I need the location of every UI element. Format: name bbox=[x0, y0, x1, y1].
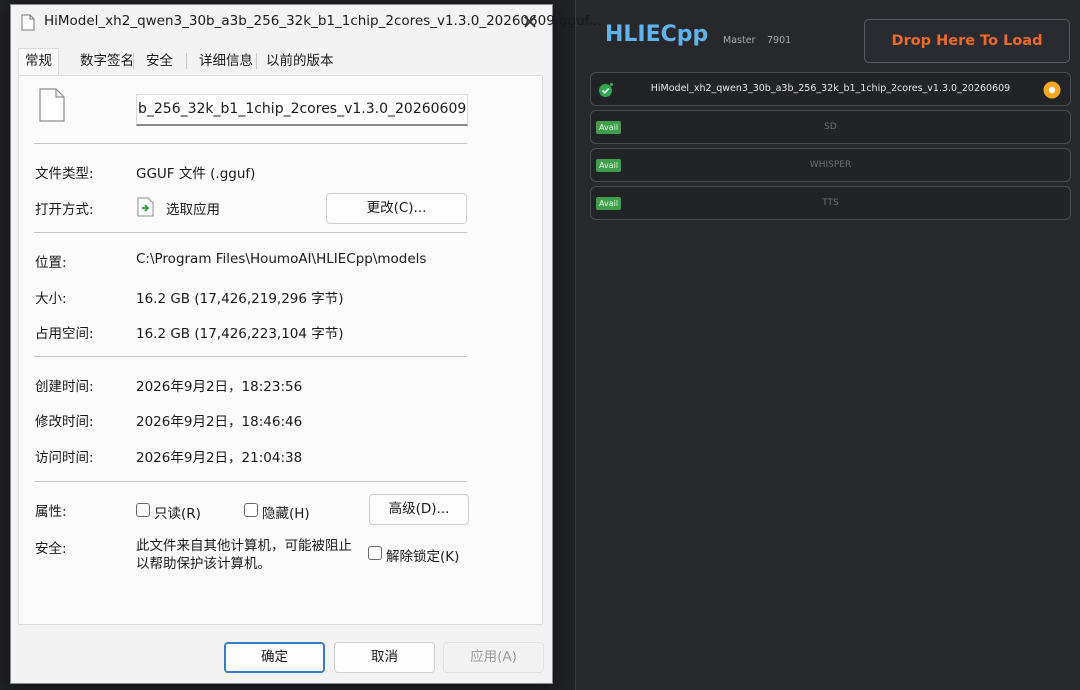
hidden-checkbox[interactable] bbox=[244, 503, 258, 517]
created-value: 2026年9月2日，18:23:56 bbox=[136, 379, 303, 395]
security-label: 安全: bbox=[35, 541, 67, 557]
change-button[interactable]: 更改(C)... bbox=[326, 193, 467, 224]
unblock-checkbox[interactable] bbox=[368, 546, 382, 560]
node-role: Master bbox=[723, 35, 756, 46]
divider bbox=[34, 356, 467, 357]
tab-digital-signatures[interactable]: 数字签名 bbox=[73, 48, 141, 74]
advanced-button[interactable]: 高级(D)... bbox=[369, 494, 469, 525]
size-on-disk-value: 16.2 GB (17,426,223,104 字节) bbox=[136, 326, 344, 342]
model-name: SD bbox=[824, 122, 837, 132]
file-icon bbox=[21, 14, 35, 31]
tab-divider bbox=[256, 53, 257, 69]
dialog-titlebar[interactable]: HiModel_xh2_qwen3_30b_a3b_256_32k_b1_1ch… bbox=[11, 5, 601, 39]
security-warning: 此文件来自其他计算机，可能被阻止 以帮助保护该计算机。 bbox=[136, 537, 352, 573]
location-value: C:\Program Files\HoumoAI\HLIECpp\models bbox=[136, 251, 427, 267]
divider bbox=[34, 481, 467, 482]
drop-to-load-button[interactable]: Drop Here To Load bbox=[864, 19, 1070, 63]
model-name: TTS bbox=[822, 198, 839, 208]
file-type-label: 文件类型: bbox=[35, 166, 94, 182]
tab-divider bbox=[186, 53, 187, 69]
size-value: 16.2 GB (17,426,219,296 字节) bbox=[136, 291, 344, 307]
tab-general[interactable]: 常规 bbox=[18, 48, 59, 76]
apply-button: 应用(A) bbox=[443, 642, 544, 673]
hidden-label[interactable]: 隐藏(H) bbox=[262, 502, 310, 522]
location-label: 位置: bbox=[35, 255, 67, 271]
unblock-label[interactable]: 解除锁定(K) bbox=[386, 545, 459, 565]
model-row-tts[interactable]: Avail TTS bbox=[590, 186, 1071, 220]
model-row-sd[interactable]: Avail SD bbox=[590, 110, 1071, 144]
file-icon bbox=[39, 88, 65, 122]
tab-details[interactable]: 详细信息 bbox=[192, 48, 260, 74]
open-with-label: 打开方式: bbox=[35, 202, 94, 218]
readonly-label[interactable]: 只读(R) bbox=[154, 502, 201, 522]
modified-value: 2026年9月2日，18:46:46 bbox=[136, 414, 303, 430]
security-warning-line: 此文件来自其他计算机，可能被阻止 bbox=[136, 538, 352, 554]
close-icon[interactable]: ✕ bbox=[512, 8, 548, 36]
open-with-value: 选取应用 bbox=[166, 202, 220, 218]
accessed-label: 访问时间: bbox=[35, 450, 94, 466]
cancel-button[interactable]: 取消 bbox=[334, 642, 435, 673]
open-with-app-icon bbox=[137, 197, 154, 217]
model-row-whisper[interactable]: Avail WHISPER bbox=[590, 148, 1071, 182]
file-type-value: GGUF 文件 (.gguf) bbox=[136, 166, 256, 182]
divider bbox=[34, 232, 467, 233]
accessed-value: 2026年9月2日，21:04:38 bbox=[136, 450, 303, 466]
filename-field[interactable]: b_256_32k_b1_1chip_2cores_v1.3.0_2026060… bbox=[136, 94, 468, 126]
divider bbox=[34, 143, 467, 144]
modified-label: 修改时间: bbox=[35, 414, 94, 430]
model-name: WHISPER bbox=[809, 160, 852, 170]
readonly-checkbox[interactable] bbox=[136, 503, 150, 517]
ok-button[interactable]: 确定 bbox=[224, 642, 325, 673]
tab-strip: 常规 数字签名 安全 详细信息 以前的版本 bbox=[18, 48, 545, 76]
status-indicator-icon bbox=[1043, 81, 1061, 99]
tab-previous-versions[interactable]: 以前的版本 bbox=[259, 48, 341, 74]
size-label: 大小: bbox=[35, 291, 67, 307]
created-label: 创建时间: bbox=[35, 379, 94, 395]
model-row-loaded[interactable]: HiModel_xh2_qwen3_30b_a3b_256_32k_b1_1ch… bbox=[590, 72, 1071, 106]
app-brand: HLIECpp bbox=[605, 22, 709, 47]
attributes-label: 属性: bbox=[35, 504, 67, 520]
size-on-disk-label: 占用空间: bbox=[35, 326, 94, 342]
tab-divider bbox=[133, 53, 134, 69]
security-warning-line: 以帮助保护该计算机。 bbox=[136, 556, 271, 572]
model-name: HiModel_xh2_qwen3_30b_a3b_256_32k_b1_1ch… bbox=[650, 83, 1011, 94]
tab-security[interactable]: 安全 bbox=[139, 48, 180, 74]
node-port: 7901 bbox=[767, 35, 792, 46]
